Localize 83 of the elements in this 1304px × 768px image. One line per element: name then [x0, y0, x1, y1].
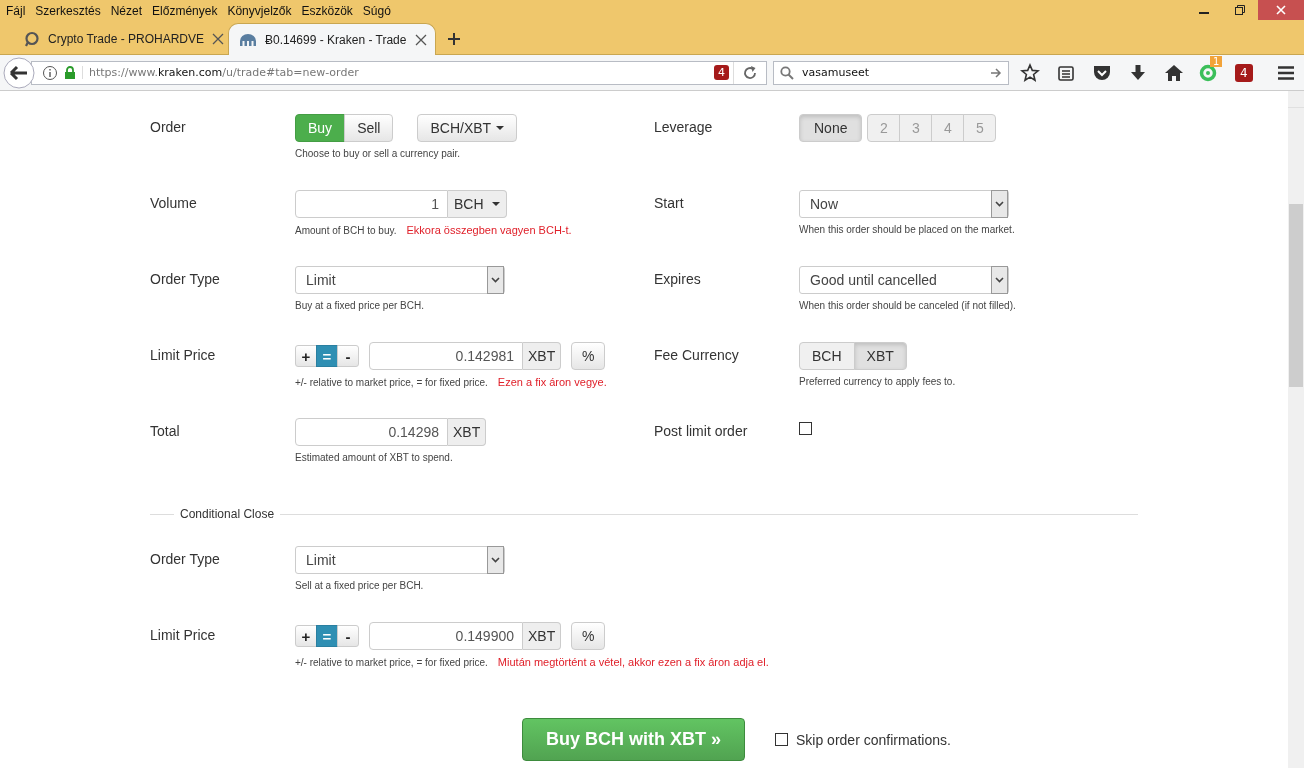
annotation-text: Ekkora összegben vagyen BCH-t.: [406, 224, 572, 236]
help-text: When this order should be placed on the market.: [799, 224, 1015, 235]
kraken-logo-icon: [239, 32, 257, 47]
option-button[interactable]: BCH: [799, 342, 855, 370]
menu-item[interactable]: Nézet: [110, 4, 143, 18]
percent-button[interactable]: %: [571, 622, 606, 650]
browser-tab[interactable]: Crypto Trade - PROHARDVE: [14, 24, 222, 54]
field-label: Limit Price: [150, 346, 217, 365]
price-mode-button[interactable]: -: [337, 345, 359, 367]
url-text[interactable]: https://www.kraken.com/u/trade#tab=new-order: [82, 66, 710, 79]
menu-item[interactable]: Szerkesztés: [35, 4, 101, 18]
scrollbar-thumb[interactable]: [1289, 204, 1303, 387]
select-dropdown[interactable]: Limit: [295, 546, 505, 574]
help-text: Estimated amount of XBT to spend.: [295, 452, 453, 463]
price-mode-button[interactable]: =: [316, 625, 338, 647]
help-text: Sell at a fixed price per BCH.: [295, 580, 424, 591]
help-text: +/- relative to market price, = for fixed price.: [295, 377, 488, 388]
notification-badge: 1: [1210, 55, 1223, 67]
extension-badge[interactable]: 4: [1235, 63, 1253, 82]
menu-item[interactable]: Súgó: [362, 4, 391, 18]
field-label: Post limit order: [654, 422, 749, 441]
help-text: +/- relative to market price, = for fixed price.: [295, 657, 488, 668]
field-label: Total: [150, 422, 181, 441]
amount-input[interactable]: 1: [295, 190, 448, 218]
scrollbar[interactable]: [1288, 91, 1304, 768]
option-button[interactable]: None: [799, 114, 863, 142]
menu-item[interactable]: Eszközök: [301, 4, 353, 18]
price-mode-button[interactable]: +: [295, 345, 317, 367]
help-text: Preferred currency to apply fees to.: [799, 376, 956, 387]
field-label: Order Type: [150, 550, 221, 569]
menu-item[interactable]: Előzmények: [152, 4, 218, 18]
field-label: Leverage: [654, 118, 714, 137]
section-title: Conditional Close: [174, 507, 281, 521]
field-label: Limit Price: [150, 626, 217, 645]
info-icon[interactable]: [42, 64, 58, 81]
annotation-text: Ezen a fix áron vegye.: [497, 376, 607, 388]
menu-item[interactable]: Fájl: [6, 4, 26, 18]
browser-tab[interactable]: Ƀ0.14699 - Kraken - Trade: [228, 23, 436, 55]
field-label: Volume: [150, 194, 198, 213]
help-text: Buy at a fixed price per BCH.: [295, 300, 424, 311]
price-mode-button[interactable]: =: [316, 345, 338, 367]
price-mode-button[interactable]: +: [295, 625, 317, 647]
menu-item[interactable]: Könyvjelzők: [227, 4, 292, 18]
checkbox[interactable]: [799, 421, 812, 435]
close-icon[interactable]: [212, 33, 225, 45]
search-icon: [780, 65, 794, 80]
unit-label: XBT: [523, 622, 562, 650]
lock-icon: [62, 64, 78, 81]
percent-button[interactable]: %: [571, 342, 606, 370]
circle-logo-icon: [24, 31, 40, 47]
back-icon[interactable]: [3, 56, 35, 89]
amount-input[interactable]: 0.14298: [295, 418, 448, 446]
select-dropdown[interactable]: Now: [799, 190, 1009, 218]
field-label: Order: [150, 118, 187, 137]
close-icon[interactable]: [415, 33, 427, 46]
help-text: Amount of BCH to buy.: [295, 225, 397, 236]
select-dropdown[interactable]: Limit: [295, 266, 505, 294]
unit-label: XBT: [448, 418, 487, 446]
unit-dropdown[interactable]: BCH: [448, 190, 507, 218]
unit-label: XBT: [523, 342, 562, 370]
option-button[interactable]: Sell: [344, 114, 394, 142]
extension-badge[interactable]: 4: [714, 65, 729, 80]
annotation-text: Miután megtörtént a vétel, akkor ezen a fix áron adja el.: [497, 656, 769, 668]
help-text: Choose to buy or sell a currency pair.: [295, 148, 461, 159]
field-label: Start: [654, 194, 685, 213]
checkbox[interactable]: [775, 733, 788, 746]
help-text: When this order should be canceled (if not filled).: [799, 300, 1016, 311]
caret-icon: [496, 126, 505, 130]
currency-pair-dropdown[interactable]: BCH/XBT: [417, 114, 518, 142]
price-mode-button[interactable]: -: [337, 625, 359, 647]
price-input[interactable]: 0.149900: [369, 622, 523, 650]
select-dropdown[interactable]: Good until cancelled: [799, 266, 1009, 294]
field-label: Order Type: [150, 270, 221, 289]
option-button[interactable]: XBT: [853, 342, 907, 370]
field-label: Fee Currency: [654, 346, 740, 365]
address-bar[interactable]: https://www.kraken.com/u/trade#tab=new-order 4: [31, 60, 767, 85]
arrow-right-icon[interactable]: [990, 66, 1002, 79]
caret-icon: [491, 202, 500, 206]
field-label: Expires: [654, 270, 702, 289]
checkbox-label: Skip order confirmations.: [796, 731, 951, 748]
price-input[interactable]: 0.142981: [369, 342, 523, 370]
star-icon[interactable]: [1019, 61, 1041, 84]
search-field[interactable]: vasamuseet: [773, 60, 1009, 85]
